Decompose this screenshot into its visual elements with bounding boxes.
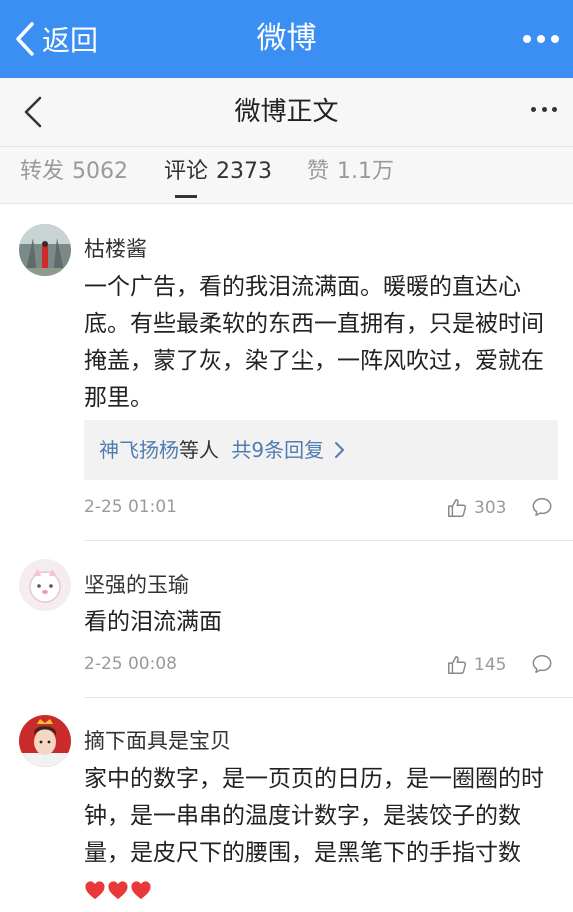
comment-bubble-icon[interactable] (531, 496, 553, 518)
nav-bar: 微博正文 (0, 78, 573, 147)
avatar-image (19, 224, 71, 276)
like-button[interactable]: 145 (446, 652, 506, 678)
divider (84, 540, 573, 541)
avatar[interactable] (19, 715, 71, 767)
heart-icon (131, 881, 151, 900)
reply-summary[interactable]: 神飞扬杨等人 共9条回复 (84, 420, 558, 480)
tab-label: 评论 (164, 159, 209, 184)
chevron-left-icon (16, 22, 34, 56)
thumb-up-icon (448, 499, 467, 517)
thumb-up-icon (448, 656, 467, 674)
comment-time: 2-25 00:08 (84, 654, 177, 674)
comment-username[interactable]: 枯楼酱 (84, 233, 147, 263)
tab-count: 1.1万 (337, 159, 395, 184)
comment-username[interactable]: 摘下面具是宝贝 (84, 725, 231, 755)
top-bar: 返回 微博 (0, 0, 573, 78)
comment-text-body: 家中的数字，是一页页的日历，是一圈圈的时钟，是一串串的温度计数字，是装饺子的数量… (84, 766, 544, 866)
avatar[interactable] (19, 224, 71, 276)
comment-text: 一个广告，看的我泪流满面。暖暖的直达心底。有些最柔软的东西一直拥有，只是被时间掩… (84, 274, 544, 411)
divider (84, 697, 573, 698)
comment-bubble-icon[interactable] (531, 653, 553, 675)
tab-count: 5062 (72, 159, 129, 184)
comment-text: 看的泪流满面 (84, 609, 222, 635)
comment-text: 家中的数字，是一页页的日历，是一圈圈的时钟，是一串串的温度计数字，是装饺子的数量… (84, 761, 559, 912)
more-icon (523, 35, 531, 43)
reply-total-link[interactable]: 共9条回复 (231, 438, 324, 462)
more-options-button[interactable] (531, 107, 557, 115)
reply-others-label: 等人 (179, 438, 219, 462)
tab-likes[interactable]: 赞 1.1万 (307, 147, 394, 203)
heart-icon (108, 881, 128, 900)
tab-label: 赞 (307, 159, 330, 184)
like-count: 145 (474, 655, 507, 675)
more-icon (531, 107, 536, 112)
tab-count: 2373 (216, 159, 273, 184)
tab-reposts[interactable]: 转发 5062 (20, 147, 128, 203)
avatar[interactable] (19, 559, 71, 611)
heart-emojis (84, 875, 153, 912)
more-menu-button[interactable] (523, 30, 559, 48)
page-title: 微博正文 (234, 97, 339, 127)
tab-label: 转发 (20, 159, 65, 184)
active-tab-indicator (175, 195, 197, 198)
like-count: 303 (474, 498, 507, 518)
back-label: 返回 (42, 24, 99, 57)
back-button[interactable]: 返回 (10, 18, 98, 60)
comment-username[interactable]: 坚强的玉瑜 (84, 569, 189, 599)
avatar-image (19, 559, 71, 611)
avatar-image (19, 715, 71, 767)
like-button[interactable]: 303 (446, 495, 506, 521)
tab-bar: 转发 5062 评论 2373 赞 1.1万 (0, 147, 573, 204)
heart-icon (85, 881, 105, 900)
comment-time: 2-25 01:01 (84, 497, 177, 517)
reply-user-link[interactable]: 神飞扬杨 (99, 438, 179, 462)
chevron-left-icon[interactable] (20, 94, 50, 130)
chevron-right-icon (335, 442, 345, 458)
